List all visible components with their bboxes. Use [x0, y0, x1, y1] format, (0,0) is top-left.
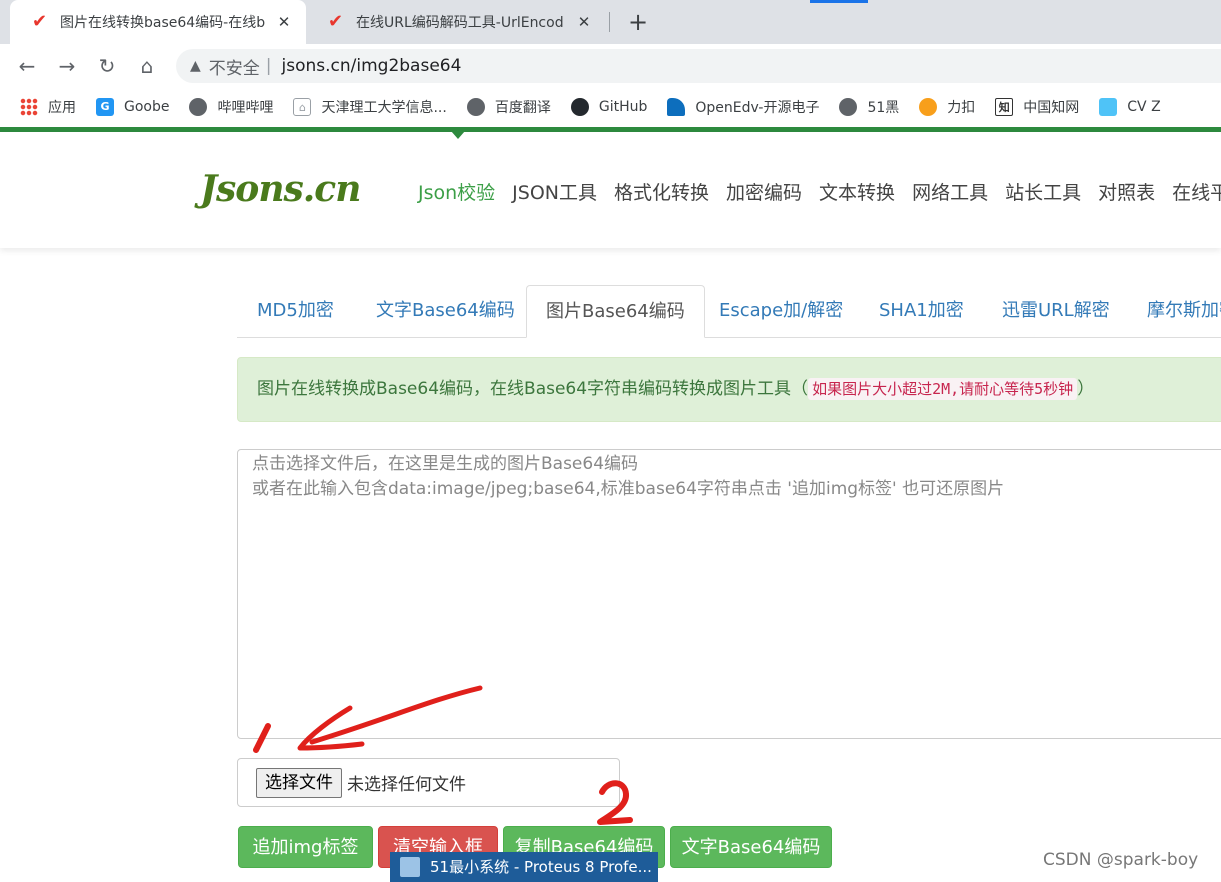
browser-tabstrip: ✔ 图片在线转换base64编码-在线b ✕ ✔ 在线URL编码解码工具-Url…: [0, 0, 1221, 44]
bookmark-goobe[interactable]: G Goobe: [96, 98, 169, 116]
nav-network-tools[interactable]: 网络工具: [912, 178, 988, 205]
bookmark-label: 力扣: [947, 100, 976, 116]
nav-text-convert[interactable]: 文本转换: [819, 178, 895, 205]
bookmark-label: OpenEdv-开源电子: [695, 100, 820, 116]
not-secure-label: 不安全: [208, 58, 260, 79]
bookmark-baidu-translate[interactable]: 百度翻译: [466, 97, 551, 117]
bookmark-51hei[interactable]: 51黑: [839, 97, 899, 117]
tab-sha1[interactable]: SHA1加密: [879, 285, 964, 338]
nav-format-convert[interactable]: 格式化转换: [614, 178, 709, 205]
bookmark-leetcode[interactable]: 力扣: [919, 97, 975, 117]
tab-thunder-url[interactable]: 迅雷URL解密: [1002, 285, 1110, 338]
reload-icon[interactable]: ↻: [93, 52, 121, 80]
tab-close-icon[interactable]: ✕: [274, 12, 294, 32]
add-img-tag-button[interactable]: 追加img标签: [238, 826, 373, 868]
alert-text: 图片在线转换成Base64编码，在线Base64字符串编码转换成图片工具（: [257, 379, 809, 399]
proteus-app-icon: [400, 857, 420, 877]
github-icon: [570, 98, 589, 116]
base64-textarea[interactable]: 点击选择文件后，在这里是生成的图片Base64编码 或者在此输入包含data:i…: [237, 449, 1221, 739]
bookmark-label: GitHub: [598, 99, 648, 115]
tab-close-icon[interactable]: ✕: [574, 12, 594, 32]
file-input[interactable]: 选择文件 未选择任何文件: [237, 758, 620, 807]
apps-grid-icon: [20, 98, 38, 116]
bookmark-github[interactable]: GitHub: [570, 98, 648, 116]
bookmark-label: 应用: [48, 100, 76, 116]
bookmark-tjut[interactable]: ⌂ 天津理工大学信息...: [293, 97, 447, 117]
file-status: 未选择任何文件: [347, 775, 466, 795]
bookmark-openedv[interactable]: OpenEdv-开源电子: [667, 97, 819, 117]
alert-note: 如果图片大小超过2M,请耐心等待5秒钟: [808, 378, 1078, 400]
alert-close-paren: ）: [1077, 379, 1095, 399]
csdn-watermark: CSDN @spark-boy: [1043, 850, 1199, 870]
active-nav-caret: [451, 131, 465, 139]
bookmark-label: 51黑: [867, 100, 900, 116]
screen: ✔ 图片在线转换base64编码-在线b ✕ ✔ 在线URL编码解码工具-Url…: [0, 0, 1221, 882]
tabstrip-highlight: [810, 0, 868, 3]
bookmark-bilibili[interactable]: 哔哩哔哩: [189, 97, 273, 117]
globe-icon: [189, 98, 208, 116]
taskbar-proteus-item[interactable]: 51最小系统 - Proteus 8 Profe...: [390, 852, 658, 882]
new-tab-icon[interactable]: +: [624, 8, 652, 36]
bookmarks-bar: 应用 G Goobe 哔哩哔哩 ⌂ 天津理工大学信息... 百度翻译 GitHub …: [0, 88, 1221, 126]
cv-icon: [1099, 98, 1118, 116]
tab-image-base64[interactable]: 图片Base64编码: [526, 285, 705, 338]
bookmark-cv[interactable]: CV Z: [1099, 98, 1161, 116]
globe-icon: [466, 98, 485, 116]
bookmark-cnki[interactable]: 知中国知网: [995, 97, 1079, 117]
browser-tab-inactive[interactable]: ✔ 在线URL编码解码工具-UrlEncod ✕: [306, 0, 606, 44]
nav-json-tools[interactable]: JSON工具: [512, 178, 597, 205]
tab-text-base64[interactable]: 文字Base64编码: [376, 285, 515, 338]
tab-morse[interactable]: 摩尔斯加密: [1147, 285, 1221, 338]
browser-tab-active[interactable]: ✔ 图片在线转换base64编码-在线b ✕: [10, 0, 306, 44]
browser-toolbar: ← → ↻ ⌂ ▲ 不安全 | jsons.cn/img2base64: [0, 44, 1221, 88]
nav-webmaster-tools[interactable]: 站长工具: [1005, 178, 1081, 205]
textarea-placeholder-line1: 点击选择文件后，在这里是生成的图片Base64编码: [252, 454, 639, 474]
back-arrow-icon[interactable]: ←: [13, 52, 41, 80]
tab-separator: [609, 12, 610, 32]
bookmark-label: 哔哩哔哩: [217, 100, 274, 116]
goobe-icon: G: [96, 98, 114, 116]
home-icon[interactable]: ⌂: [133, 52, 161, 80]
info-alert: 图片在线转换成Base64编码，在线Base64字符串编码转换成图片工具（ 如果图…: [237, 357, 1221, 422]
nav-reference-tables[interactable]: 对照表: [1098, 178, 1155, 205]
tab-escape[interactable]: Escape加/解密: [719, 285, 843, 338]
site-logo[interactable]: Jsons.cn: [200, 168, 361, 210]
warning-triangle-icon: ▲: [190, 58, 201, 74]
tool-tabs: MD5加密 文字Base64编码 图片Base64编码 Escape加/解密 S…: [237, 285, 1221, 338]
address-bar[interactable]: ▲ 不安全 | jsons.cn/img2base64: [176, 49, 1221, 83]
nav-online-platform[interactable]: 在线平: [1172, 178, 1221, 205]
taskbar-label: 51最小系统 - Proteus 8 Profe...: [430, 858, 652, 876]
bookmark-label: 中国知网: [1023, 100, 1080, 116]
globe-icon: [839, 98, 858, 116]
tab-title: 图片在线转换base64编码-在线b: [60, 15, 266, 31]
home-icon: ⌂: [293, 98, 312, 116]
forward-arrow-icon[interactable]: →: [53, 52, 81, 80]
site-header: Jsons.cn Json校验 JSON工具 格式化转换 加密编码 文本转换 网…: [0, 132, 1221, 248]
openedv-icon: [667, 98, 686, 116]
tab-md5[interactable]: MD5加密: [257, 285, 334, 338]
choose-file-button[interactable]: 选择文件: [256, 767, 342, 798]
site-main-nav: Json校验 JSON工具 格式化转换 加密编码 文本转换 网络工具 站长工具 …: [418, 178, 1221, 205]
bookmark-label: 百度翻译: [494, 100, 551, 116]
textarea-placeholder-line2: 或者在此输入包含data:image/jpeg;base64,标准base64字…: [252, 479, 1005, 499]
nav-encrypt-encode[interactable]: 加密编码: [726, 178, 802, 205]
nav-json-validate[interactable]: Json校验: [418, 178, 495, 205]
bookmark-label: CV Z: [1127, 99, 1161, 115]
bookmark-apps[interactable]: 应用: [20, 97, 76, 117]
url-text: jsons.cn/img2base64: [281, 56, 462, 76]
checkmark-favicon-icon: ✔: [32, 11, 48, 32]
cnki-icon: 知: [995, 98, 1014, 116]
leetcode-icon: [919, 98, 938, 116]
text-base64-button[interactable]: 文字Base64编码: [670, 826, 832, 868]
tab-title: 在线URL编码解码工具-UrlEncod: [356, 15, 564, 31]
checkmark-favicon-icon: ✔: [328, 11, 344, 32]
bookmark-label: Goobe: [124, 99, 170, 115]
bookmark-label: 天津理工大学信息...: [321, 100, 447, 116]
address-divider: |: [265, 56, 272, 76]
